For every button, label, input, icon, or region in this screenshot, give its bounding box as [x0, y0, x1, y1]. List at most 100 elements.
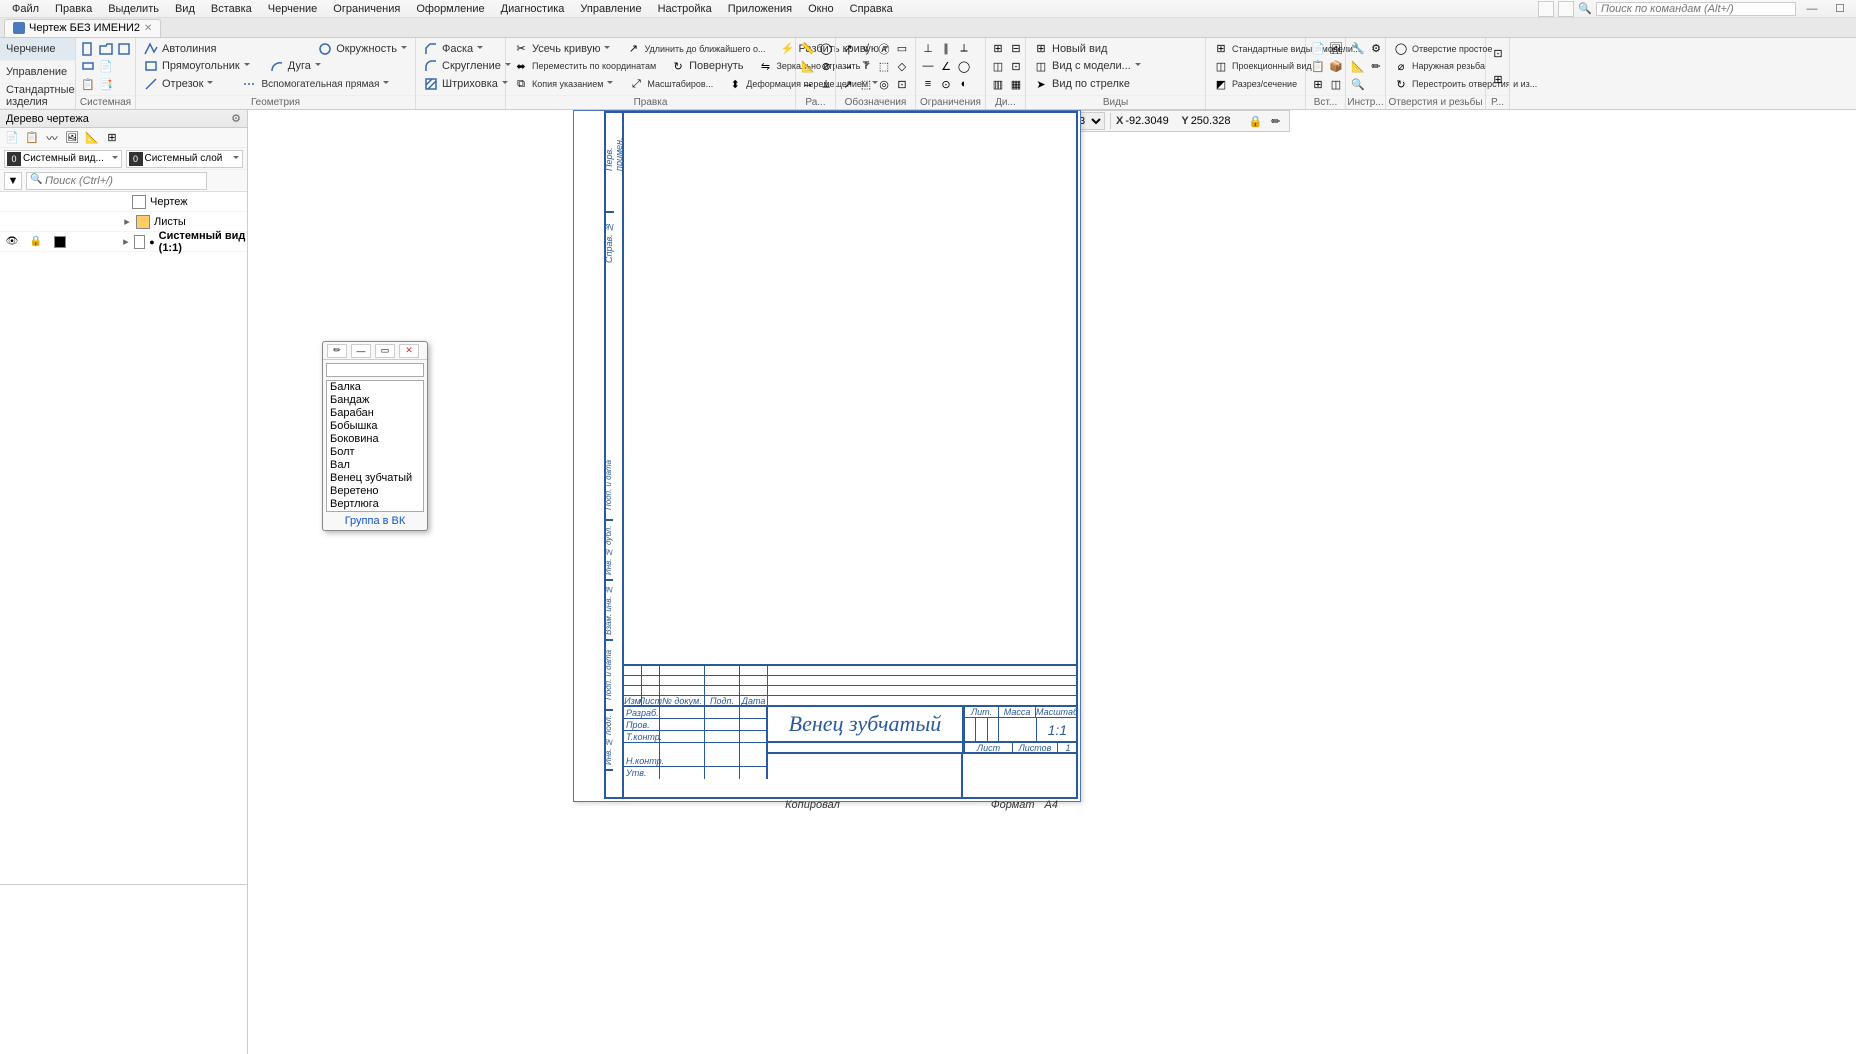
- layout-icon-1[interactable]: [1538, 1, 1554, 17]
- tool-modelview[interactable]: ◫Вид с модели...: [1030, 58, 1145, 74]
- ins5-icon[interactable]: ⊞: [1310, 76, 1326, 92]
- con1-icon[interactable]: ⊥: [920, 41, 936, 57]
- document-tab[interactable]: Чертеж БЕЗ ИМЕНИ2 ✕: [4, 19, 161, 37]
- drawing-name[interactable]: Венец зубчатый: [768, 707, 963, 741]
- ins2-icon[interactable]: 🖼: [1328, 41, 1344, 57]
- list-item[interactable]: Болт: [327, 446, 423, 459]
- des8-icon[interactable]: ◇: [894, 58, 910, 74]
- menu-edit[interactable]: Правка: [47, 3, 100, 15]
- qb-pen-icon[interactable]: ✏: [1267, 112, 1285, 130]
- con7-icon[interactable]: ≡: [920, 76, 936, 92]
- list-item[interactable]: Вал: [327, 459, 423, 472]
- des12-icon[interactable]: ⊡: [894, 76, 910, 92]
- minimize-button[interactable]: —: [1800, 2, 1824, 16]
- diag4-icon[interactable]: ⊡: [1008, 58, 1024, 74]
- diag5-icon[interactable]: ▥: [990, 76, 1006, 92]
- menu-view[interactable]: Вид: [167, 3, 203, 15]
- tool-rect[interactable]: Прямоугольник: [140, 58, 254, 74]
- tree-tb-5-icon[interactable]: 📐: [84, 130, 100, 146]
- tree-tb-2-icon[interactable]: 📋: [24, 130, 40, 146]
- tl5-icon[interactable]: 🔍: [1350, 76, 1366, 92]
- lastp2-icon[interactable]: ⊞: [1490, 72, 1506, 88]
- tool-newview[interactable]: ⊞Новый вид: [1030, 41, 1110, 57]
- tool-rebuild-holes[interactable]: ↻Перестроить отверстия и из...: [1390, 76, 1540, 92]
- lastp-icon[interactable]: ⊡: [1490, 45, 1506, 61]
- tool-autoline[interactable]: Автолиния: [140, 41, 219, 57]
- tool-rotate[interactable]: ↻Повернуть: [667, 58, 746, 74]
- ins1-icon[interactable]: 📄: [1310, 41, 1326, 57]
- save-icon[interactable]: [116, 41, 132, 57]
- lock-icon[interactable]: 🔒: [30, 236, 42, 247]
- menu-apps[interactable]: Приложения: [720, 3, 800, 15]
- layer-combo[interactable]: 0 Системный слой: [126, 150, 244, 168]
- tool-thread-ext[interactable]: ⌀Наружная резьба: [1390, 58, 1488, 74]
- con3-icon[interactable]: ⟂: [956, 41, 972, 57]
- popup-pen-icon[interactable]: ✏: [327, 344, 347, 358]
- list-item[interactable]: Барабан: [327, 407, 423, 420]
- tree-tb-1-icon[interactable]: 📄: [4, 130, 20, 146]
- des9-icon[interactable]: ↗: [840, 76, 856, 92]
- qb-lock-icon[interactable]: 🔒: [1247, 112, 1265, 130]
- tl4-icon[interactable]: ✏: [1368, 58, 1384, 74]
- tl2-icon[interactable]: ⚙: [1368, 41, 1384, 57]
- filter-button[interactable]: ▼: [4, 172, 22, 190]
- menu-manage[interactable]: Управление: [572, 3, 649, 15]
- close-icon[interactable]: ✕: [144, 23, 152, 34]
- popup-max-icon[interactable]: ▭: [375, 344, 395, 358]
- ins3-icon[interactable]: 📋: [1310, 58, 1326, 74]
- tree-sheets[interactable]: Листы: [154, 216, 186, 228]
- tool-circle[interactable]: Окружность: [314, 41, 411, 57]
- color-swatch[interactable]: [54, 236, 66, 248]
- tool-chamfer[interactable]: Фаска: [420, 41, 487, 57]
- list-item[interactable]: Балка: [327, 381, 423, 394]
- dim3-icon[interactable]: 📐: [800, 58, 816, 74]
- expand-icon[interactable]: ▸: [122, 235, 130, 248]
- ribbon-tab-manage[interactable]: Управление: [0, 61, 75, 84]
- con6-icon[interactable]: ◯: [956, 58, 972, 74]
- des7-icon[interactable]: ⬚: [876, 58, 892, 74]
- maximize-button[interactable]: ☐: [1828, 2, 1852, 16]
- diag2-icon[interactable]: ⊟: [1008, 41, 1024, 57]
- menu-diag[interactable]: Диагностика: [493, 3, 573, 15]
- tl1-icon[interactable]: 🔧: [1350, 41, 1366, 57]
- view-combo[interactable]: 0 Системный вид...: [4, 150, 122, 168]
- tool-copy[interactable]: ⧉Копия указанием: [510, 76, 617, 92]
- list-item[interactable]: Вертлюга: [327, 498, 423, 511]
- menu-file[interactable]: Файл: [4, 3, 47, 15]
- tl3-icon[interactable]: 📐: [1350, 58, 1366, 74]
- menu-help[interactable]: Справка: [842, 3, 901, 15]
- tool-arc[interactable]: Дуга: [266, 58, 325, 74]
- tool-trim[interactable]: ✂Усечь кривую: [510, 41, 614, 57]
- ribbon-tab-stdparts[interactable]: Стандартные изделия: [0, 84, 75, 109]
- list-item[interactable]: Бандаж: [327, 394, 423, 407]
- con9-icon[interactable]: ◐: [956, 76, 972, 92]
- eye-icon[interactable]: 👁: [6, 236, 19, 247]
- open-icon[interactable]: [98, 41, 114, 57]
- list-item[interactable]: Веретено: [327, 485, 423, 498]
- tree-tb-6-icon[interactable]: ⊞: [104, 130, 120, 146]
- new-doc-icon[interactable]: [80, 41, 96, 57]
- tool-hole-simple[interactable]: ◯Отверстие простое: [1390, 41, 1495, 57]
- con5-icon[interactable]: ∠: [938, 58, 954, 74]
- con2-icon[interactable]: ∥: [938, 41, 954, 57]
- dim1-icon[interactable]: 📏: [800, 41, 816, 57]
- props-icon[interactable]: 📋: [80, 76, 96, 92]
- menu-select[interactable]: Выделить: [100, 3, 167, 15]
- more-icon[interactable]: 📑: [98, 76, 114, 92]
- ins6-icon[interactable]: ◫: [1328, 76, 1344, 92]
- tool-extend[interactable]: ↗Удлинить до ближайшего о...: [622, 41, 768, 57]
- menu-window[interactable]: Окно: [800, 3, 842, 15]
- tool-projview[interactable]: ◫Проекционный вид: [1210, 58, 1315, 74]
- layout-icon-2[interactable]: [1558, 1, 1574, 17]
- popup-min-icon[interactable]: —: [351, 344, 371, 358]
- tree-sysview[interactable]: Системный вид (1:1): [159, 230, 247, 254]
- list-item[interactable]: Венец зубчатый: [327, 472, 423, 485]
- gear-icon[interactable]: ⚙: [231, 112, 241, 125]
- list-item[interactable]: Бобышка: [327, 420, 423, 433]
- menu-settings[interactable]: Настройка: [650, 3, 720, 15]
- dim6-icon[interactable]: ⟂: [818, 76, 834, 92]
- ins4-icon[interactable]: 📦: [1328, 58, 1344, 74]
- command-search-input[interactable]: [1596, 2, 1796, 16]
- tree-tb-4-icon[interactable]: 🖼: [64, 130, 80, 146]
- menu-format[interactable]: Оформление: [408, 3, 492, 15]
